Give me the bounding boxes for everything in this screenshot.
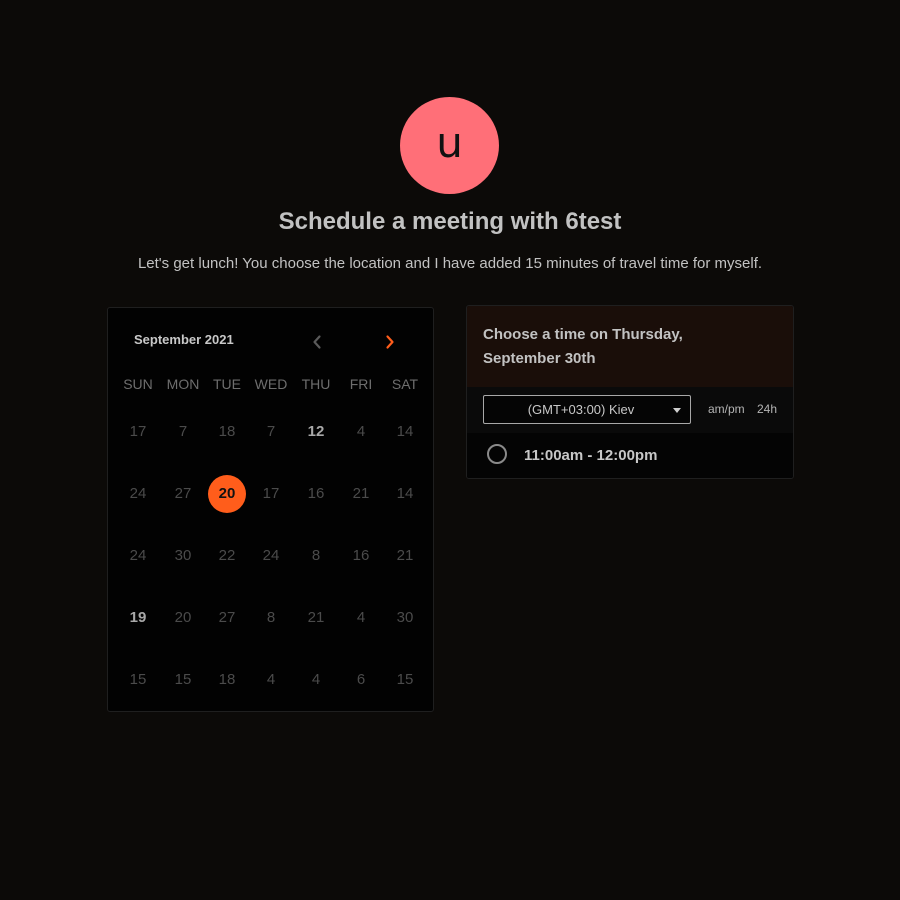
calendar-day: 24 (262, 547, 280, 564)
time-slot-label: 11:00am - 12:00pm (524, 447, 658, 464)
calendar-day: 17 (129, 423, 147, 440)
previous-month-button[interactable] (307, 332, 327, 352)
calendar-day: 21 (396, 547, 414, 564)
time-panel-heading: Choose a time on Thursday, September 30t… (483, 326, 683, 367)
timezone-selected-value: (GMT+03:00) Kiev (527, 402, 635, 417)
calendar-day: 30 (174, 547, 192, 564)
calendar-day: 16 (352, 547, 370, 564)
calendar-day: 4 (356, 609, 366, 626)
calendar-day: 8 (311, 547, 321, 564)
calendar-day: 27 (174, 485, 192, 502)
calendar-day: 15 (129, 671, 147, 688)
weekday-label: WED (254, 376, 288, 392)
caret-down-icon (673, 408, 681, 413)
calendar: September 2021 SUN MON TUE WED THU FRI SAT 17 7 1… (107, 307, 434, 712)
calendar-day: 4 (311, 671, 321, 688)
avatar-letter: u (436, 117, 463, 167)
scheduling-page: u Schedule a meeting with 6test Let's ge… (0, 0, 900, 900)
page-title: Schedule a meeting with 6test (278, 208, 622, 235)
calendar-day: 14 (396, 485, 414, 502)
time-selection-panel: Choose a time on Thursday, September 30t… (466, 305, 794, 479)
weekday-label: THU (301, 376, 331, 392)
calendar-day: 21 (307, 609, 325, 626)
calendar-day: 4 (356, 423, 366, 440)
host-avatar: u (400, 97, 499, 194)
calendar-day: 8 (266, 609, 276, 626)
calendar-day[interactable]: 19 (115, 608, 161, 628)
chevron-right-icon (386, 335, 394, 349)
weekday-label: FRI (349, 376, 373, 392)
meeting-description: Let's get lunch! You choose the location… (137, 255, 763, 272)
calendar-day: 22 (218, 547, 236, 564)
time-slot-option[interactable]: 11:00am - 12:00pm (467, 433, 793, 478)
calendar-day: 4 (266, 671, 276, 688)
calendar-day[interactable]: 12 (293, 422, 339, 442)
weekday-label: TUE (213, 376, 241, 392)
calendar-day: 16 (307, 485, 325, 502)
calendar-day: 24 (129, 547, 147, 564)
calendar-day: 7 (178, 423, 188, 440)
calendar-day: 27 (218, 609, 236, 626)
next-month-button[interactable] (380, 332, 400, 352)
timezone-row: (GMT+03:00) Kiev am/pm 24h (467, 387, 793, 433)
calendar-day: 20 (174, 609, 192, 626)
calendar-day: 6 (356, 671, 366, 688)
calendar-day: 17 (262, 485, 280, 502)
calendar-day: 7 (266, 423, 276, 440)
calendar-month-label: September 2021 (134, 332, 234, 347)
calendar-day: 18 (218, 671, 236, 688)
calendar-day: 18 (218, 423, 236, 440)
24h-format-toggle[interactable]: 24h (757, 402, 777, 416)
calendar-day-selected[interactable]: 20 (208, 475, 246, 513)
weekday-label: SUN (123, 376, 153, 392)
calendar-day: 14 (396, 423, 414, 440)
weekday-label: SAT (391, 376, 419, 392)
calendar-day: 21 (352, 485, 370, 502)
weekday-label: MON (166, 376, 200, 392)
timezone-select[interactable]: (GMT+03:00) Kiev (483, 395, 691, 424)
calendar-day: 30 (396, 609, 414, 626)
calendar-day: 24 (129, 485, 147, 502)
calendar-day: 15 (396, 671, 414, 688)
chevron-left-icon (313, 335, 321, 349)
calendar-day: 15 (174, 671, 192, 688)
ampm-format-toggle[interactable]: am/pm (708, 402, 745, 416)
time-slot-radio[interactable] (487, 444, 507, 464)
time-panel-header: Choose a time on Thursday, September 30t… (467, 306, 793, 387)
